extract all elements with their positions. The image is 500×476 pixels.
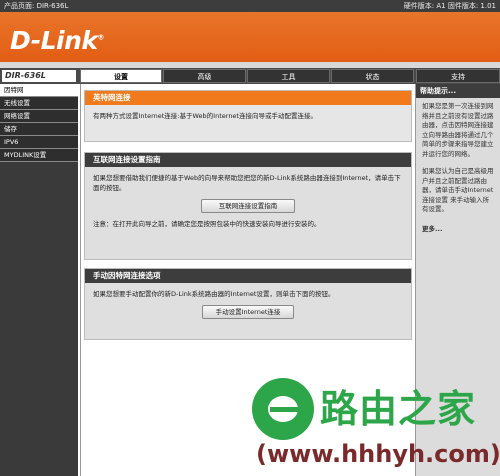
manual-section: 手动因特网连接选项 如果您想要手动配置你的新D-Link系统路由器的Intern… xyxy=(84,268,412,340)
tab-tools[interactable]: 工具 xyxy=(247,69,330,83)
main-content: 英特网连接 有两种方式设置Internet连接:基于Web的Internet连接… xyxy=(80,84,416,476)
model-label: DIR-636L xyxy=(2,70,76,82)
help-paragraph-2: 如果您认为自己是高级用户并且之前配置过路由器，请单击手动Internet连接设置… xyxy=(422,167,494,213)
manual-description: 如果您想要手动配置你的新D-Link系统路由器的Internet设置，则单击下面… xyxy=(93,290,335,298)
wizard-section: 互联网连接设置指南 如果您想要借助我们便捷的基于Web的向导来帮助您把您的新D-… xyxy=(84,152,412,260)
sidebar: 因特网 无线设置 网络设置 储存 IPV6 MYDLINK设置 xyxy=(0,84,78,476)
sidebar-item-storage[interactable]: 储存 xyxy=(0,123,78,136)
help-panel: 帮助提示... 如果您是第一次连接到网络并且之前没有设置过路由器，点击因特网连接… xyxy=(416,84,500,476)
section-title: 互联网连接设置指南 xyxy=(85,153,411,167)
product-page-label: 产品页面: DIR-636L xyxy=(4,2,69,10)
dlink-logo: D-Link® xyxy=(10,26,105,55)
wizard-note: 注意：在打开此向导之前，请确定您是按照包装中的快速安装向导进行安装的。 xyxy=(93,220,321,228)
help-paragraph-1: 如果您是第一次连接到网络并且之前没有设置过路由器，点击因特网连接建立向导路由器将… xyxy=(422,102,494,158)
help-more-link[interactable]: 更多... xyxy=(416,219,500,237)
sidebar-item-wireless[interactable]: 无线设置 xyxy=(0,97,78,110)
sidebar-item-ipv6[interactable]: IPV6 xyxy=(0,136,78,149)
sidebar-item-internet[interactable]: 因特网 xyxy=(0,84,78,97)
wizard-description: 如果您想要借助我们便捷的基于Web的向导来帮助您把您的新D-Link系统路由器连… xyxy=(93,174,401,192)
version-info: 硬件版本: A1 固件版本: 1.01 xyxy=(403,2,496,10)
tab-advanced[interactable]: 高级 xyxy=(163,69,246,83)
top-bar: 产品页面: DIR-636L 硬件版本: A1 固件版本: 1.01 xyxy=(0,0,500,12)
internet-connection-section: 英特网连接 有两种方式设置Internet连接:基于Web的Internet连接… xyxy=(84,90,412,142)
tab-status[interactable]: 状态 xyxy=(331,69,414,83)
section-title: 英特网连接 xyxy=(85,91,411,105)
nav-row: DIR-636L 设置 高级 工具 状态 支持 xyxy=(0,68,500,84)
tab-support[interactable]: 支持 xyxy=(416,69,500,83)
section-description: 有两种方式设置Internet连接:基于Web的Internet连接向导或手动配… xyxy=(93,112,317,120)
help-title: 帮助提示... xyxy=(416,84,500,98)
sidebar-item-network[interactable]: 网络设置 xyxy=(0,110,78,123)
tab-setup[interactable]: 设置 xyxy=(80,69,162,83)
header-banner: D-Link® xyxy=(0,12,500,68)
manual-setup-button[interactable]: 手动设置Internet连接 xyxy=(202,305,294,319)
section-title: 手动因特网连接选项 xyxy=(85,269,411,283)
wizard-button[interactable]: 互联网连接设置指南 xyxy=(201,199,295,213)
sidebar-item-mydlink[interactable]: MYDLINK设置 xyxy=(0,149,78,162)
